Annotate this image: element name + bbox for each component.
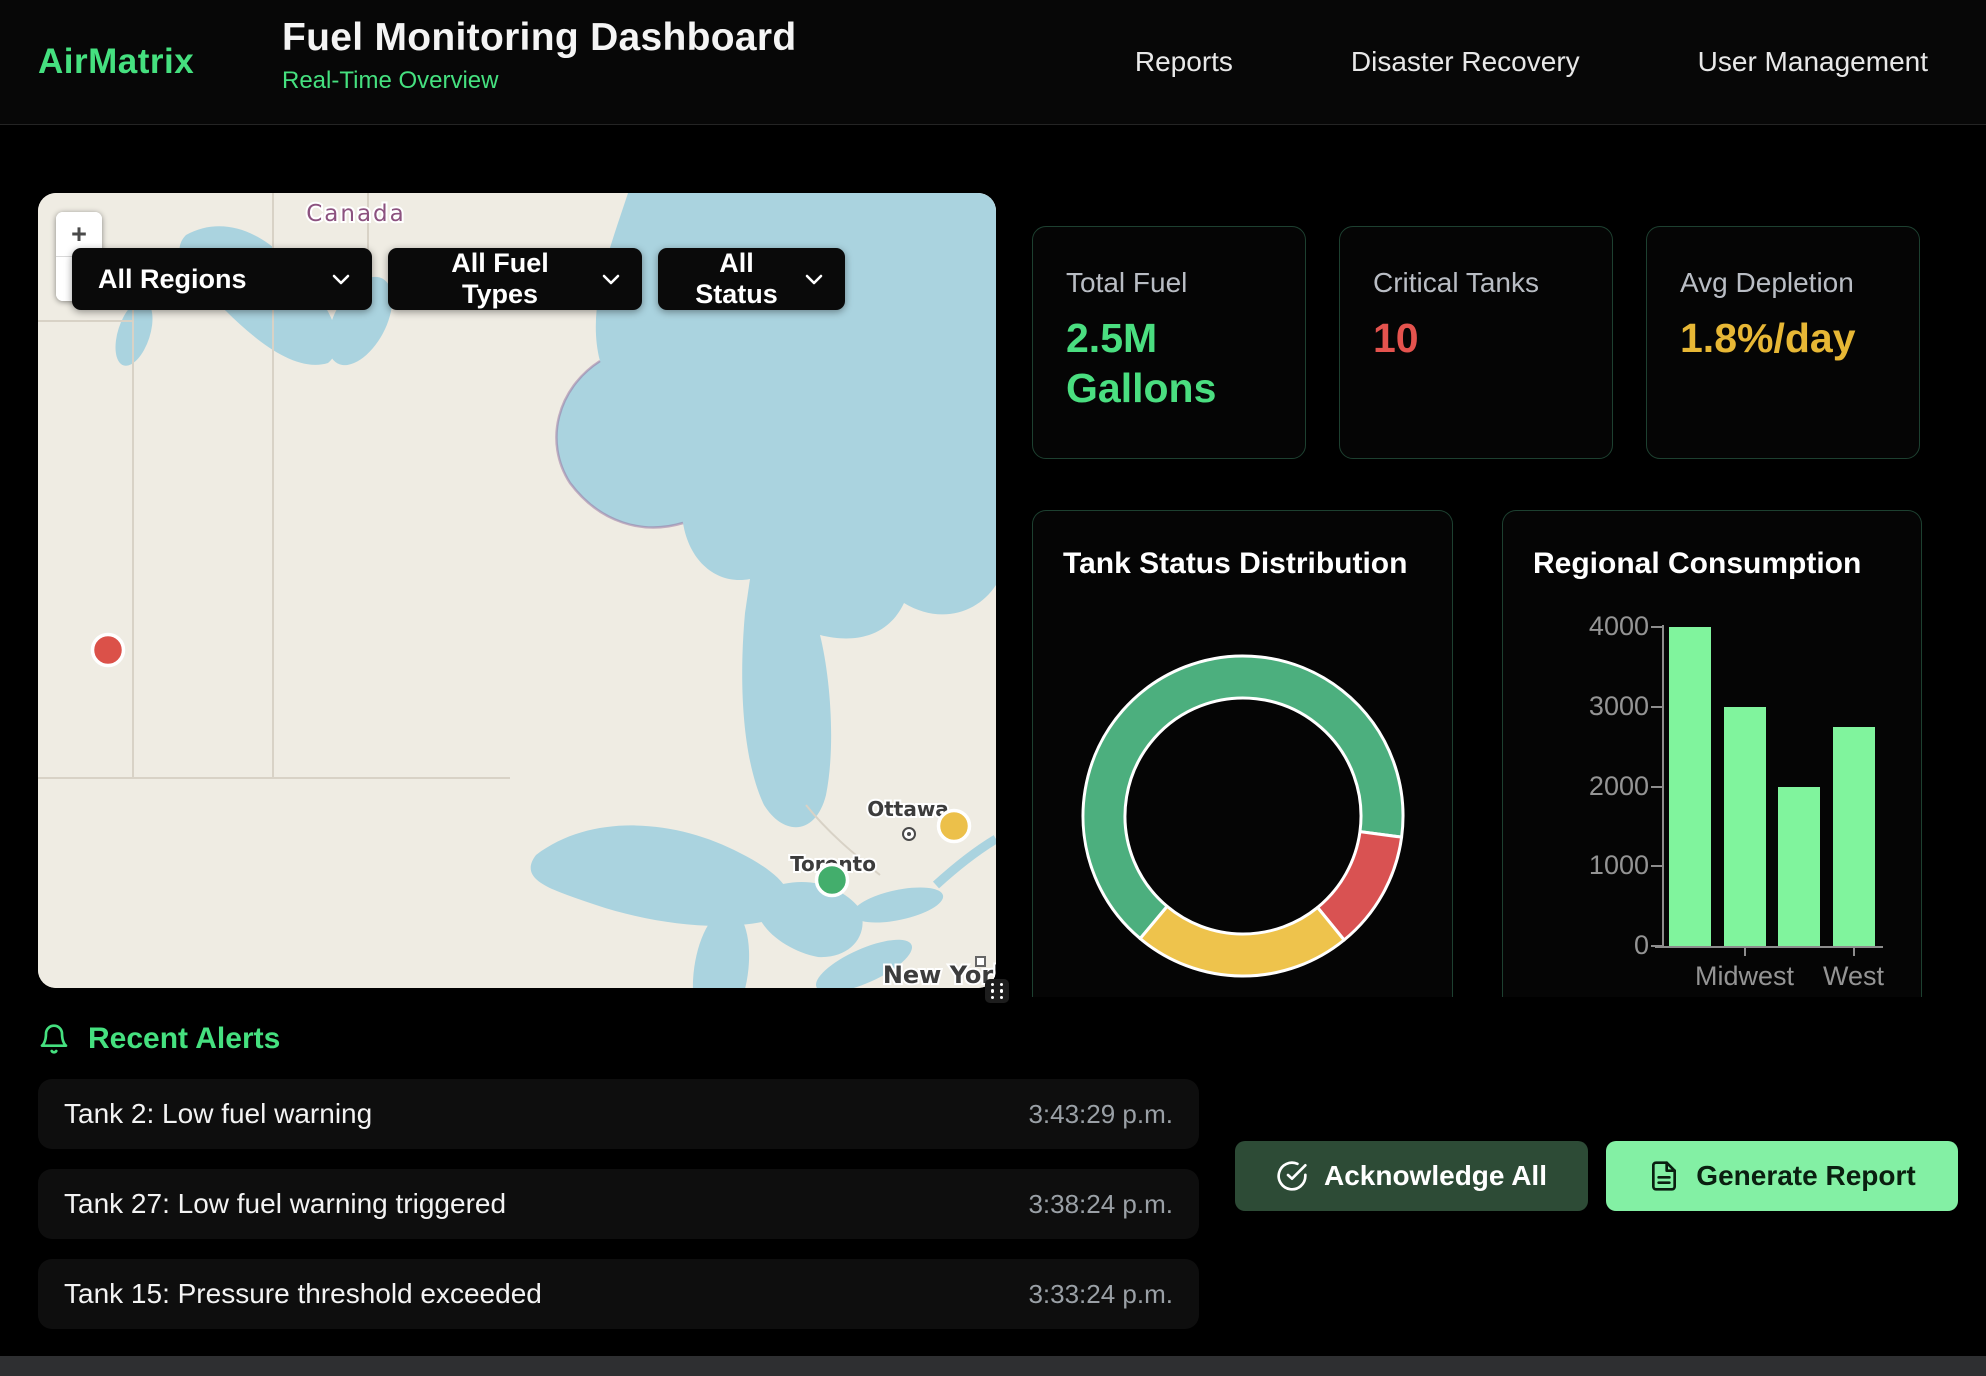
bar-1	[1669, 627, 1711, 946]
filter-all-status[interactable]: All Status	[658, 248, 845, 310]
map-label-ottawa: Ottawa	[867, 797, 949, 821]
filter-all-fuel-types[interactable]: All Fuel Types	[388, 248, 642, 310]
generate-report-button[interactable]: Generate Report	[1606, 1141, 1958, 1211]
bottom-strip	[0, 1356, 1986, 1376]
alert-row[interactable]: Tank 27: Low fuel warning triggered 3:38:…	[38, 1169, 1199, 1239]
title-block: Fuel Monitoring Dashboard Real-Time Over…	[282, 16, 796, 95]
donut-segment-yellow	[1140, 906, 1344, 976]
alert-text: Tank 27: Low fuel warning triggered	[64, 1188, 506, 1220]
document-icon	[1648, 1160, 1680, 1192]
x-axis-line	[1655, 946, 1883, 948]
alert-time: 3:38:24 p.m.	[1028, 1189, 1173, 1220]
brand-logo[interactable]: AirMatrix	[38, 42, 194, 82]
alerts-title: Recent Alerts	[88, 1022, 280, 1056]
map-label-canada: Canada	[306, 201, 406, 227]
alerts-header: Recent Alerts	[38, 1022, 280, 1056]
y-axis-line	[1662, 625, 1664, 948]
tank-marker-normal[interactable]	[817, 865, 848, 896]
y-axis-tick	[1651, 626, 1662, 628]
chevron-down-icon	[602, 274, 620, 285]
stat-label: Total Fuel	[1066, 267, 1285, 299]
town-dot-center	[907, 832, 911, 836]
y-axis-tick-label: 0	[1519, 930, 1649, 961]
y-axis-tick-label: 1000	[1519, 850, 1649, 881]
y-axis-tick	[1651, 945, 1662, 947]
acknowledge-all-label: Acknowledge All	[1324, 1160, 1547, 1192]
bar-midwest	[1724, 707, 1766, 946]
bar-west	[1833, 727, 1875, 946]
acknowledge-all-button[interactable]: Acknowledge All	[1235, 1141, 1588, 1211]
y-axis-tick-label: 4000	[1519, 611, 1649, 642]
filter-all-regions[interactable]: All Regions	[72, 248, 372, 310]
nav-reports[interactable]: Reports	[1135, 46, 1233, 78]
y-axis-tick	[1651, 706, 1662, 708]
alert-text: Tank 2: Low fuel warning	[64, 1098, 372, 1130]
alert-text: Tank 15: Pressure threshold exceeded	[64, 1278, 542, 1310]
page-subtitle: Real-Time Overview	[282, 67, 796, 95]
regional-consumption-card: Regional Consumption 01000200030004000Mi…	[1502, 510, 1922, 997]
alert-time: 3:43:29 p.m.	[1028, 1099, 1173, 1130]
alert-time: 3:33:24 p.m.	[1028, 1279, 1173, 1310]
page-title: Fuel Monitoring Dashboard	[282, 16, 796, 60]
generate-report-label: Generate Report	[1696, 1160, 1915, 1192]
filter-label: All Fuel Types	[414, 248, 586, 310]
map-viewport[interactable]: CanadaOttawaTorontoNew York	[38, 193, 996, 988]
tank-marker-critical[interactable]	[93, 635, 124, 666]
alert-row[interactable]: Tank 15: Pressure threshold exceeded 3:33…	[38, 1259, 1199, 1329]
stat-card-critical-tanks: Critical Tanks 10	[1339, 226, 1613, 459]
x-axis-tick-label: West	[1784, 961, 1923, 992]
filter-label: All Regions	[98, 264, 247, 295]
alert-row[interactable]: Tank 2: Low fuel warning 3:43:29 p.m.	[38, 1079, 1199, 1149]
stat-value: 2.5M Gallons	[1066, 313, 1236, 413]
stat-card-total-fuel: Total Fuel 2.5M Gallons	[1032, 226, 1306, 459]
nav-user-management[interactable]: User Management	[1698, 46, 1928, 78]
map-panel[interactable]: CanadaOttawaTorontoNew York + − All Regi…	[38, 193, 996, 988]
town-square-icon	[976, 957, 985, 966]
bell-icon	[38, 1023, 70, 1055]
map-grip-icon[interactable]	[985, 979, 1009, 1003]
tank-marker-warning[interactable]	[939, 811, 970, 842]
chevron-down-icon	[332, 274, 350, 285]
map-canvas[interactable]: CanadaOttawaTorontoNew York	[38, 193, 996, 988]
bar-3	[1778, 787, 1820, 947]
y-axis-tick-label: 3000	[1519, 691, 1649, 722]
x-axis-tick	[1744, 948, 1746, 956]
tank-status-card: Tank Status Distribution	[1032, 510, 1453, 997]
stat-card-row: Total Fuel 2.5M Gallons Critical Tanks 10 Av…	[1032, 226, 1920, 459]
main-nav: Reports Disaster Recovery User Management	[1135, 0, 1928, 124]
stat-value: 10	[1373, 313, 1543, 363]
y-axis-tick	[1651, 865, 1662, 867]
dashboard-root: AirMatrix Fuel Monitoring Dashboard Real…	[0, 0, 1986, 1376]
regional-consumption-bar-chart: 01000200030004000MidwestWest	[1503, 511, 1921, 997]
stat-value: 1.8%/day	[1680, 313, 1850, 363]
chart-row: Tank Status Distribution Regional Consum…	[1032, 510, 1922, 997]
y-axis-tick	[1651, 786, 1662, 788]
map-filter-bar: All Regions All Fuel Types All Status	[72, 248, 845, 310]
check-circle-icon	[1276, 1160, 1308, 1192]
chevron-down-icon	[805, 274, 823, 285]
x-axis-tick	[1853, 948, 1855, 956]
filter-label: All Status	[684, 248, 789, 310]
stat-card-avg-depletion: Avg Depletion 1.8%/day	[1646, 226, 1920, 459]
nav-disaster-recovery[interactable]: Disaster Recovery	[1351, 46, 1580, 78]
y-axis-tick-label: 2000	[1519, 771, 1649, 802]
tank-status-donut-chart	[1033, 511, 1453, 997]
stat-label: Critical Tanks	[1373, 267, 1592, 299]
stat-label: Avg Depletion	[1680, 267, 1899, 299]
header: AirMatrix Fuel Monitoring Dashboard Real…	[0, 0, 1986, 125]
